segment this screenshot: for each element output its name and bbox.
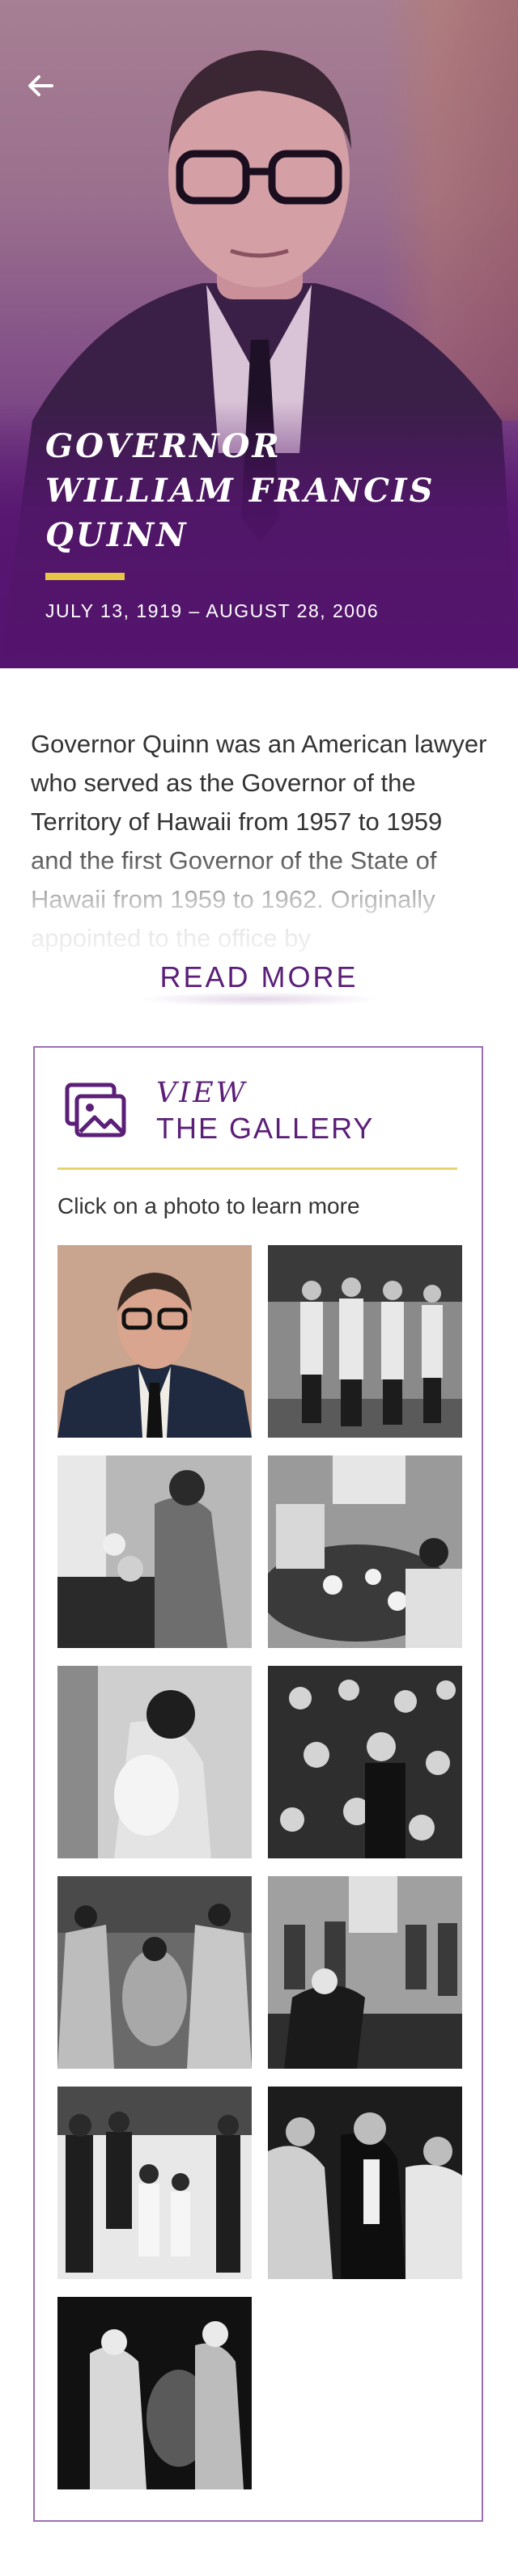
photo-gallery-icon: [65, 1083, 126, 1138]
hero-banner: GOVERNOR WILLIAM FRANCIS QUINN JULY 13, …: [0, 0, 518, 668]
gallery-hint: Click on a photo to learn more: [57, 1193, 360, 1218]
gallery-heading-italic: VIEW: [156, 1077, 248, 1109]
gallery-photo-10[interactable]: [268, 2087, 462, 2279]
life-dates: JULY 13, 1919 – AUGUST 28, 2006: [45, 600, 380, 621]
gallery-photo-7[interactable]: [57, 1876, 252, 2069]
gallery-panel: VIEW THE GALLERY Click on a photo to lea…: [33, 1046, 483, 2522]
gallery-photo-2[interactable]: [268, 1245, 462, 1438]
gallery-photo-4[interactable]: [268, 1455, 462, 1648]
gallery-photo-3[interactable]: [57, 1455, 252, 1648]
gallery-photo-6[interactable]: [268, 1666, 462, 1858]
page-title: GOVERNOR WILLIAM FRANCIS QUINN: [45, 424, 499, 557]
read-more-button[interactable]: READ MORE: [121, 955, 397, 1000]
gallery-photo-1[interactable]: [57, 1245, 252, 1438]
title-line-3: QUINN: [45, 516, 189, 554]
title-accent-rule: [45, 573, 125, 580]
arrow-left-icon: [28, 75, 53, 96]
back-button[interactable]: [23, 68, 58, 104]
gallery-photo-5[interactable]: [57, 1666, 252, 1858]
title-line-2: WILLIAM FRANCIS: [45, 472, 435, 510]
gallery-heading: THE GALLERY: [156, 1112, 375, 1145]
gallery-photo-8[interactable]: [268, 1876, 462, 2069]
gallery-divider: [57, 1167, 457, 1170]
gallery-photo-9[interactable]: [57, 2087, 252, 2279]
title-line-1: GOVERNOR: [45, 427, 282, 465]
gallery-photo-11[interactable]: [57, 2297, 252, 2489]
